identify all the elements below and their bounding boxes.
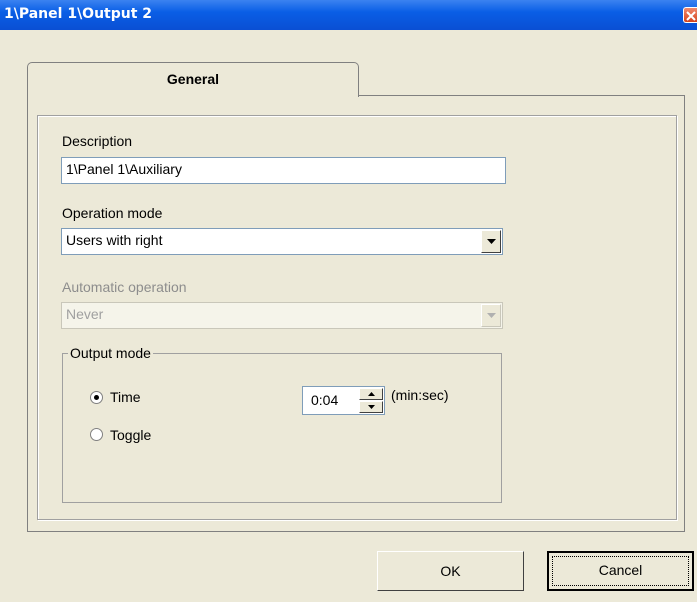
radio-toggle[interactable] [90,428,103,441]
description-field[interactable]: 1\Panel 1\Auxiliary [61,157,506,184]
automatic-operation-dropdown-button [481,304,501,327]
operation-mode-label: Operation mode [62,205,163,221]
spin-down-icon [368,405,375,409]
time-spinner[interactable]: 0:04 [302,386,385,415]
operation-mode-value: Users with right [66,232,163,248]
output-mode-label: Output mode [68,345,153,361]
close-button[interactable] [683,7,697,23]
ok-button[interactable]: OK [377,551,524,591]
automatic-operation-value: Never [66,306,104,322]
spin-down-button[interactable] [359,401,383,413]
automatic-operation-label: Automatic operation [62,279,187,295]
operation-mode-dropdown-button[interactable] [481,230,501,253]
description-value: 1\Panel 1\Auxiliary [66,161,182,177]
spin-up-icon [368,392,375,396]
spin-up-button[interactable] [359,388,383,400]
tab-general[interactable]: General [27,62,359,97]
title-bar: 1\Panel 1\Output 2 [0,0,697,30]
close-icon [686,11,696,21]
cancel-button-label: Cancel [598,562,643,578]
radio-time-label: Time [110,389,141,405]
time-unit-label: (min:sec) [391,387,449,403]
window-title: 1\Panel 1\Output 2 [4,6,153,22]
description-label: Description [62,133,133,149]
radio-time[interactable] [90,391,103,404]
tab-general-label: General [166,71,220,87]
automatic-operation-select: Never [61,302,503,329]
cancel-button[interactable]: Cancel [547,551,694,591]
ok-button-label: OK [440,563,461,579]
chevron-down-icon [487,313,496,318]
radio-toggle-label: Toggle [110,427,152,443]
time-value: 0:04 [311,392,339,408]
operation-mode-select[interactable]: Users with right [61,228,503,255]
chevron-down-icon [487,239,496,244]
